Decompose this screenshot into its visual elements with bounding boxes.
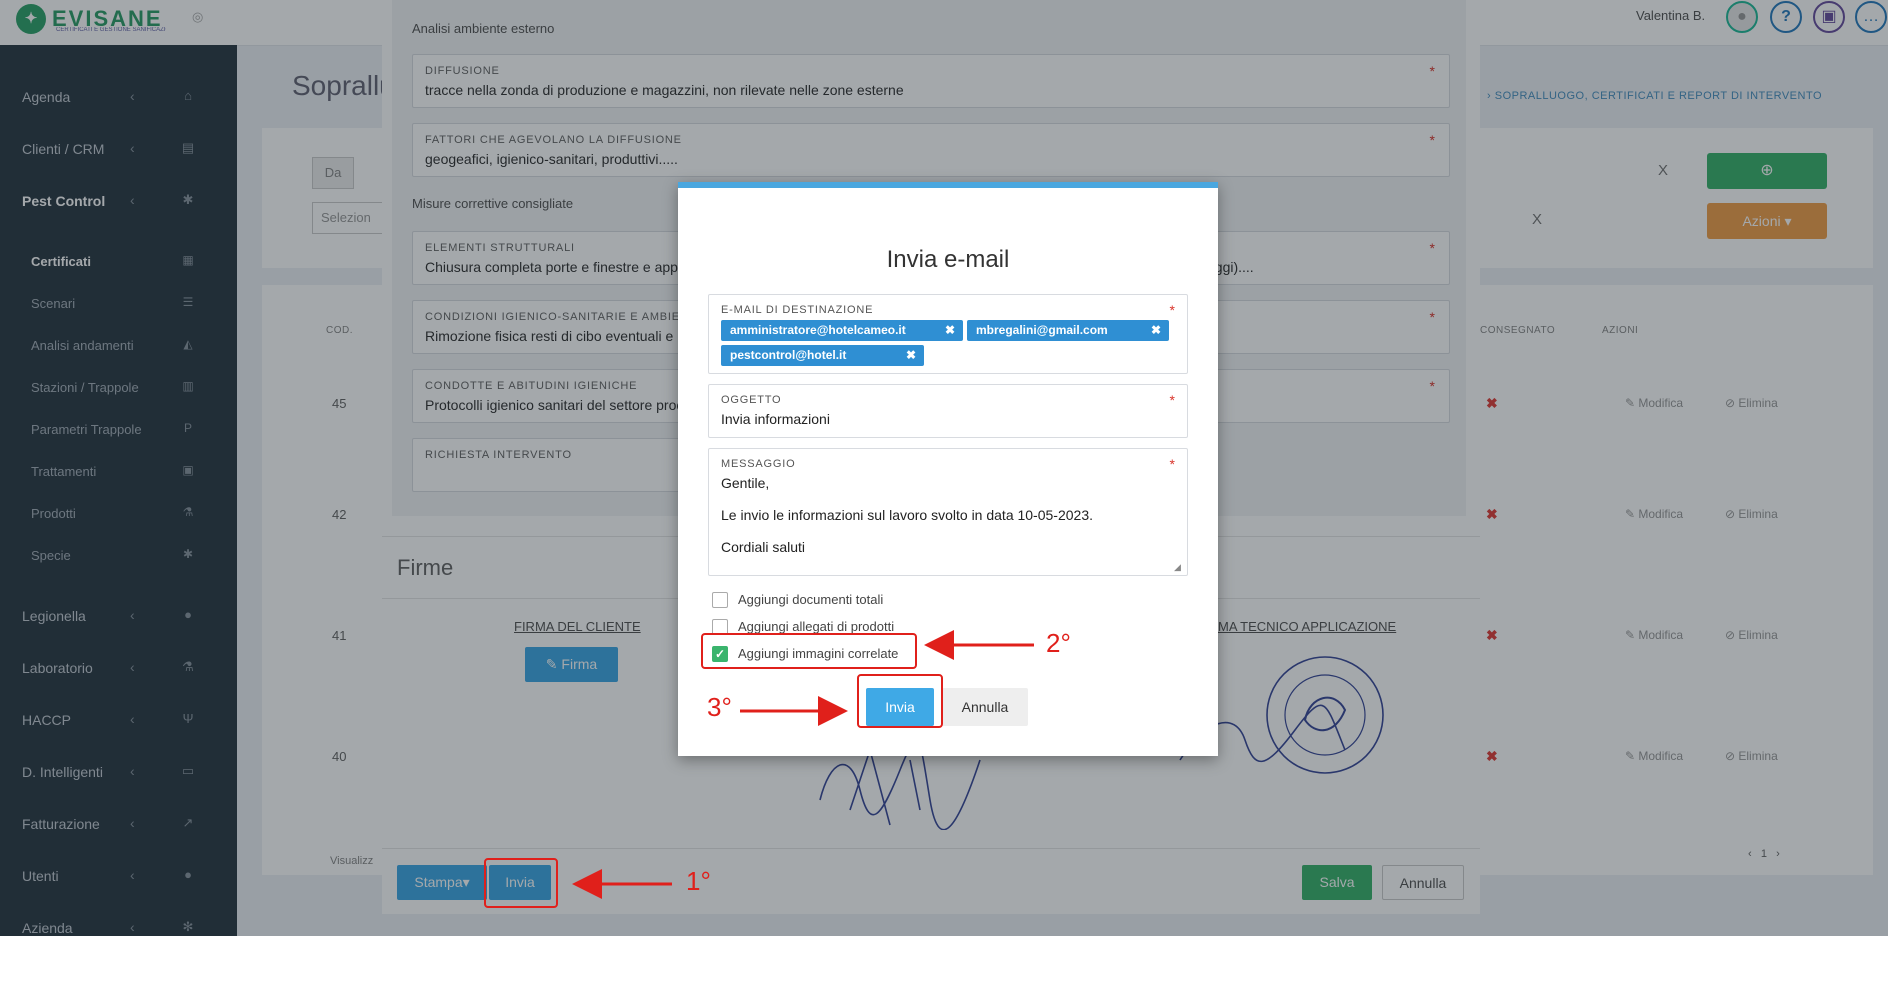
annotation-arrows [572,630,1034,899]
annotation-step2-label: 2° [1046,628,1071,658]
annotation-step1-label: 1° [686,866,711,896]
app-window: ✦ EVISANE CERTIFICATI E GESTIONE SANIFIC… [0,0,1888,936]
annotation-step3-label: 3° [707,692,732,722]
